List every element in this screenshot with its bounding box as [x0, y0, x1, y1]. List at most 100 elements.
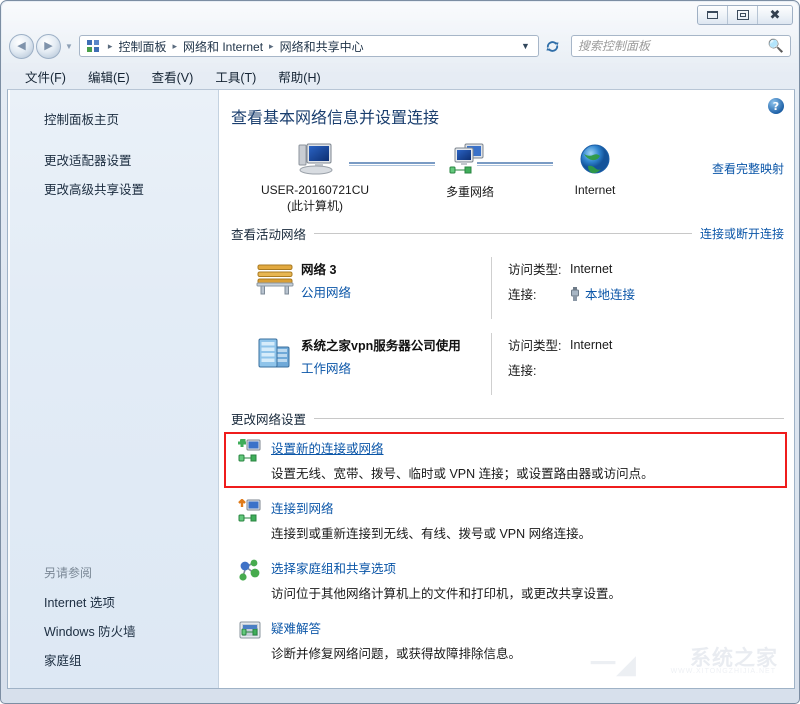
task-description: 诊断并修复网络问题，或获得故障排除信息。 [271, 643, 784, 662]
breadcrumb-item-0[interactable]: 控制面板 [116, 38, 168, 55]
active-network-type-link[interactable]: 工作网络 [301, 358, 491, 377]
netmap-node-computer[interactable]: USER-20160721CU (此计算机) [245, 142, 385, 214]
address-bar[interactable]: ▸ 控制面板 ▸ 网络和 Internet ▸ 网络和共享中心 ▼ [79, 35, 539, 57]
troubleshoot-icon [237, 618, 271, 662]
sidebar: 控制面板主页 更改适配器设置 更改高级共享设置 另请参阅 Internet 选项… [8, 90, 219, 688]
menu-item-help[interactable]: 帮助(H) [267, 64, 331, 89]
forward-button[interactable]: ▶ [36, 34, 61, 59]
sidebar-item-change-advanced-sharing[interactable]: 更改高级共享设置 [8, 174, 218, 203]
window-frame: ✖ ◀ ▶ ▼ ▸ 控制面板 ▸ 网络和 Internet ▸ 网络和共享中心 [0, 0, 800, 704]
minimize-icon [707, 11, 718, 19]
see-also-title: 另请参阅 [8, 560, 218, 587]
active-network-name: 网络 3 [301, 259, 491, 278]
tasks-container: 设置新的连接或网络 设置无线、宽带、拨号、临时或 VPN 连接；或设置路由器或访… [219, 428, 794, 664]
breadcrumb-separator-1: ▸ [168, 41, 181, 52]
netmap-node-computer-sublabel: (此计算机) [245, 197, 385, 214]
refresh-icon [545, 39, 560, 54]
connection-key: 连接: [508, 284, 570, 303]
title-bar: ✖ [1, 1, 800, 29]
netmap-node-multiple-networks[interactable]: 多重网络 [425, 142, 515, 200]
connection-key: 连接: [508, 360, 570, 379]
breadcrumb-separator-2: ▸ [265, 41, 278, 52]
homegroup-icon [237, 558, 271, 602]
access-type-key: 访问类型: [508, 259, 570, 278]
active-networks-header: 查看活动网络 连接或断开连接 [231, 224, 784, 243]
netmap-connector-2 [477, 162, 553, 164]
main-panel: ? 查看基本网络信息并设置连接 USER-20160721CU (此 [219, 90, 794, 688]
back-button[interactable]: ◀ [9, 34, 34, 59]
watermark-subtext: WWW.XITONGZHIJIA.NET [671, 668, 776, 675]
task-body: 设置新的连接或网络 设置无线、宽带、拨号、临时或 VPN 连接；或设置路由器或访… [271, 438, 784, 482]
recent-pages-chevron-down-icon[interactable]: ▼ [65, 42, 73, 51]
active-network-info: 访问类型: Internet 连接: [508, 333, 784, 395]
task-description: 访问位于其他网络计算机上的文件和打印机，或更改共享设置。 [271, 583, 784, 602]
connect-or-disconnect-link[interactable]: 连接或断开连接 [700, 225, 784, 242]
globe-icon [572, 142, 618, 180]
task-link[interactable]: 连接到网络 [271, 498, 334, 517]
active-network-names: 网络 3 公用网络 [301, 257, 491, 319]
sidebar-spacer [8, 133, 218, 145]
help-icon[interactable]: ? [768, 98, 784, 114]
search-icon[interactable]: 🔍 [768, 38, 784, 54]
sidebar-item-internet-options[interactable]: Internet 选项 [8, 587, 218, 616]
task-link[interactable]: 疑难解答 [271, 618, 321, 637]
change-settings-divider [314, 418, 784, 419]
task-connect-to-network[interactable]: 连接到网络 连接到或重新连接到无线、有线、拨号或 VPN 网络连接。 [219, 484, 794, 544]
sidebar-item-change-adapter-settings[interactable]: 更改适配器设置 [8, 145, 218, 174]
active-network-row: 系统之家vpn服务器公司使用 工作网络 访问类型: Internet 连接: [231, 333, 784, 395]
menu-bar: 文件(F) 编辑(E) 查看(V) 工具(T) 帮助(H) [2, 64, 800, 88]
address-dropdown-chevron-down-icon[interactable]: ▼ [521, 41, 536, 51]
content-area: 控制面板主页 更改适配器设置 更改高级共享设置 另请参阅 Internet 选项… [7, 89, 795, 689]
see-also-section: 另请参阅 Internet 选项 Windows 防火墙 家庭组 [8, 560, 218, 674]
netmap-node-internet[interactable]: Internet [545, 142, 645, 197]
access-type-value: Internet [570, 338, 612, 352]
active-network-row: 网络 3 公用网络 访问类型: Internet 连接: [231, 257, 784, 319]
servers-icon [249, 333, 301, 395]
maximize-button[interactable] [728, 6, 758, 24]
active-network-divider [491, 257, 492, 319]
task-link[interactable]: 设置新的连接或网络 [271, 438, 384, 457]
window-controls: ✖ [697, 5, 793, 25]
active-networks-heading: 查看活动网络 [231, 224, 306, 243]
close-button[interactable]: ✖ [758, 6, 792, 24]
search-box[interactable]: 🔍 [571, 35, 791, 57]
active-network-info: 访问类型: Internet 连接: [508, 257, 784, 319]
connection-value-link[interactable]: 本地连接 [585, 284, 635, 303]
maximize-icon [737, 10, 749, 20]
change-settings-heading: 更改网络设置 [231, 409, 306, 428]
task-setup-new-connection[interactable]: 设置新的连接或网络 设置无线、宽带、拨号、临时或 VPN 连接；或设置路由器或访… [219, 428, 794, 484]
active-network-name: 系统之家vpn服务器公司使用 [301, 335, 491, 354]
minimize-button[interactable] [698, 6, 728, 24]
multiple-networks-icon [447, 142, 493, 180]
navigation-bar: ◀ ▶ ▼ ▸ 控制面板 ▸ 网络和 Internet ▸ 网络和共享中心 ▼ [1, 31, 800, 61]
refresh-button[interactable] [541, 35, 565, 57]
netmap-node-computer-label: USER-20160721CU [245, 183, 385, 197]
task-description: 连接到或重新连接到无线、有线、拨号或 VPN 网络连接。 [271, 523, 784, 542]
network-map: USER-20160721CU (此计算机) [219, 138, 794, 218]
menu-item-view[interactable]: 查看(V) [141, 64, 205, 89]
netmap-node-multiple-networks-label: 多重网络 [425, 183, 515, 200]
sidebar-item-control-panel-home[interactable]: 控制面板主页 [8, 104, 218, 133]
menu-item-edit[interactable]: 编辑(E) [77, 64, 141, 89]
active-networks-section: 查看活动网络 连接或断开连接 [219, 224, 794, 395]
new-connection-icon [237, 438, 271, 482]
menu-item-file[interactable]: 文件(F) [14, 64, 77, 89]
search-input[interactable] [578, 39, 768, 53]
sidebar-item-windows-firewall[interactable]: Windows 防火墙 [8, 616, 218, 645]
active-network-type-link[interactable]: 公用网络 [301, 282, 491, 301]
change-settings-section: 更改网络设置 [219, 409, 794, 428]
back-arrow-icon: ◀ [17, 41, 25, 52]
breadcrumb-item-2[interactable]: 网络和共享中心 [278, 38, 366, 55]
view-full-map-link[interactable]: 查看完整映射 [712, 160, 784, 177]
task-troubleshoot[interactable]: 疑难解答 诊断并修复网络问题，或获得故障排除信息。 [219, 604, 794, 664]
access-type-row: 访问类型: Internet [508, 335, 784, 354]
sidebar-item-homegroup[interactable]: 家庭组 [8, 645, 218, 674]
active-networks-divider [314, 233, 692, 234]
connect-network-icon [237, 498, 271, 542]
task-homegroup-sharing[interactable]: 选择家庭组和共享选项 访问位于其他网络计算机上的文件和打印机，或更改共享设置。 [219, 544, 794, 604]
breadcrumb-item-1[interactable]: 网络和 Internet [181, 38, 265, 55]
menu-item-tools[interactable]: 工具(T) [204, 64, 267, 89]
access-type-key: 访问类型: [508, 335, 570, 354]
task-link[interactable]: 选择家庭组和共享选项 [271, 558, 396, 577]
access-type-row: 访问类型: Internet [508, 259, 784, 278]
